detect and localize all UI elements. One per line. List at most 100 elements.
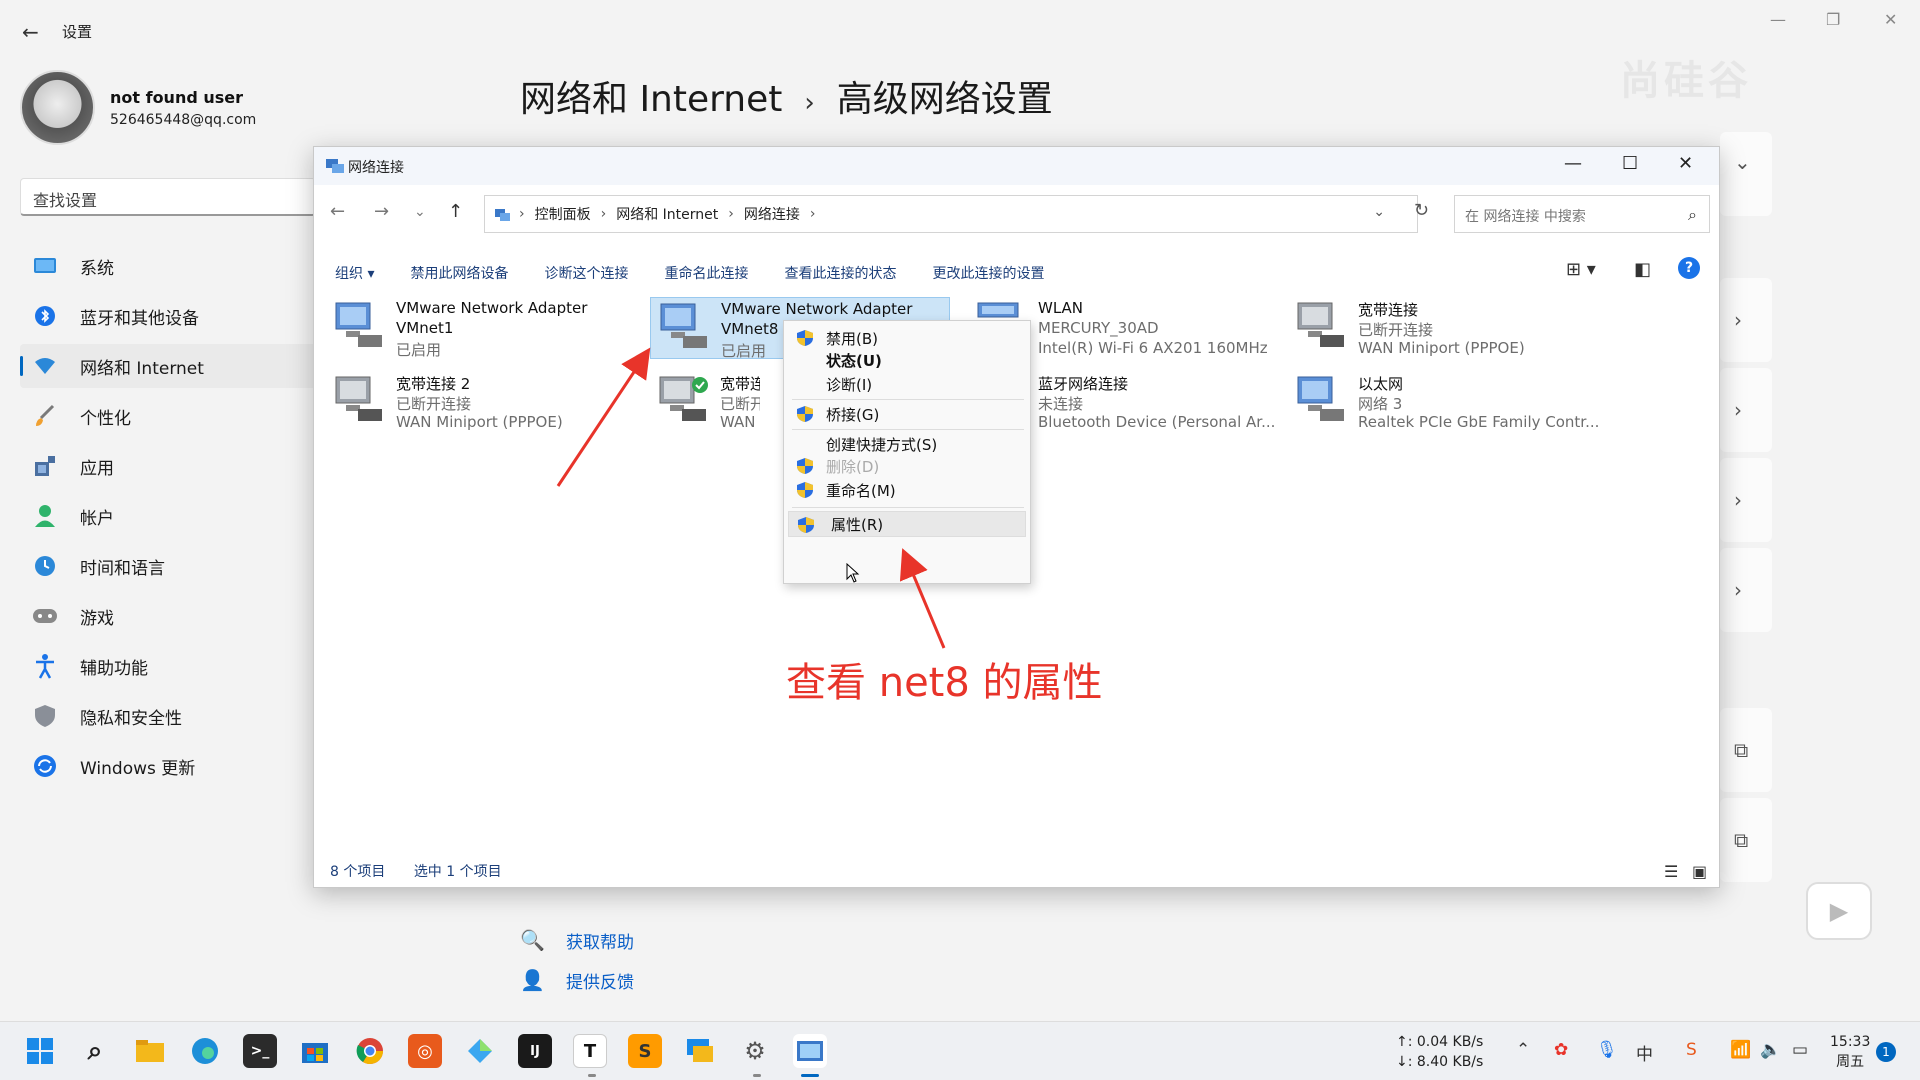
maximize-icon[interactable]: ❐	[1826, 10, 1840, 29]
notification-badge[interactable]: 1	[1876, 1042, 1896, 1062]
sidebar-item-system[interactable]: 系统	[20, 244, 320, 288]
start-button[interactable]	[23, 1034, 57, 1068]
chrome-icon[interactable]	[353, 1034, 387, 1068]
external-link-icon[interactable]: ⧉	[1734, 828, 1748, 852]
menu-item-rename[interactable]: 重命名(M)	[784, 477, 1030, 503]
settings-card[interactable]	[1720, 132, 1772, 216]
forward-arrow-icon[interactable]: →	[374, 201, 389, 222]
item-count: 8 个项目	[330, 864, 386, 880]
details-view-icon[interactable]: ☰	[1664, 862, 1678, 881]
connection-item-vmnet1[interactable]: VMware Network Adapter VMnet1 已启用	[326, 297, 626, 359]
diagnose-button[interactable]: 诊断这个连接	[544, 263, 628, 283]
address-crumb[interactable]: 控制面板	[535, 204, 591, 224]
address-bar[interactable]: › 控制面板 › 网络和 Internet › 网络连接 ›	[484, 195, 1418, 233]
back-arrow-icon[interactable]: ←	[22, 20, 39, 44]
connection-item-broadband[interactable]: 宽带连接 已断开连接 WAN Miniport (PPPOE)	[1288, 297, 1588, 359]
settings-nav: 系统 蓝牙和其他设备 网络和 Internet 个性化 应用 帐户 时间和语言	[20, 244, 320, 794]
connection-name: VMware Network Adapter	[396, 299, 588, 317]
sidebar-item-apps[interactable]: 应用	[20, 444, 320, 488]
intellij-icon[interactable]: IJ	[518, 1034, 552, 1068]
sogou-icon[interactable]: S	[1686, 1040, 1697, 1060]
sidebar-item-windows-update[interactable]: Windows 更新	[20, 744, 320, 788]
close-icon[interactable]: ✕	[1884, 10, 1897, 29]
large-icons-view-icon[interactable]: ▣	[1692, 862, 1707, 881]
back-arrow-icon[interactable]: ←	[330, 201, 345, 222]
maximize-icon[interactable]: ☐	[1622, 153, 1638, 174]
typora-icon[interactable]: T	[573, 1034, 607, 1068]
settings-gear-icon[interactable]: ⚙	[738, 1034, 772, 1068]
menu-item-diagnose[interactable]: 诊断(I)	[784, 371, 1030, 397]
view-options-icon[interactable]: ⊞ ▾	[1566, 259, 1596, 280]
play-icon[interactable]: ▶	[1806, 882, 1872, 940]
menu-item-bridge[interactable]: 桥接(G)	[784, 401, 1030, 427]
sidebar-item-personalization[interactable]: 个性化	[20, 394, 320, 438]
chevron-up-icon[interactable]: ⌃	[1516, 1040, 1530, 1060]
external-link-icon[interactable]: ⧉	[1734, 738, 1748, 762]
nc-search-input[interactable]: 在 网络连接 中搜索 ⌕	[1454, 195, 1710, 233]
sidebar-item-accounts[interactable]: 帐户	[20, 494, 320, 538]
running-indicator	[753, 1074, 761, 1077]
chevron-right-icon[interactable]: ›	[1734, 308, 1742, 332]
address-dropdown-icon[interactable]: ⌄	[1373, 204, 1385, 220]
close-icon[interactable]: ✕	[1678, 153, 1693, 174]
photos-icon[interactable]	[463, 1034, 497, 1068]
network-icon	[326, 159, 344, 173]
microphone-icon[interactable]: 🎙	[1596, 1040, 1618, 1060]
app-tray-icon[interactable]: ✿	[1554, 1040, 1568, 1060]
upload-speed: ↑: 0.04 KB/s	[1396, 1034, 1484, 1050]
breadcrumb-parent[interactable]: 网络和 Internet	[520, 79, 782, 120]
refresh-icon[interactable]: ↻	[1414, 200, 1429, 221]
remote-desktop-icon[interactable]	[683, 1034, 717, 1068]
address-crumb[interactable]: 网络连接	[744, 204, 800, 224]
clock[interactable]: 15:33 周五	[1830, 1032, 1870, 1072]
control-panel-icon[interactable]	[793, 1034, 827, 1068]
sidebar-item-network[interactable]: 网络和 Internet	[20, 344, 320, 388]
file-explorer-icon[interactable]	[133, 1034, 167, 1068]
feedback-link[interactable]: 👤 提供反馈	[520, 960, 634, 1000]
sidebar-item-privacy[interactable]: 隐私和安全性	[20, 694, 320, 738]
settings-card[interactable]	[1720, 458, 1772, 542]
change-settings-button[interactable]: 更改此连接的设置	[932, 263, 1044, 283]
settings-search-input[interactable]: 查找设置	[20, 178, 316, 216]
organize-button[interactable]: 组织 ▾	[335, 263, 374, 283]
address-crumb[interactable]: 网络和 Internet	[616, 204, 718, 224]
chevron-down-icon[interactable]: ⌄	[1734, 150, 1751, 174]
search-icon[interactable]: ⌕	[78, 1034, 112, 1068]
chevron-right-icon[interactable]: ›	[1734, 488, 1742, 512]
sidebar-item-gaming[interactable]: 游戏	[20, 594, 320, 638]
rename-button[interactable]: 重命名此连接	[664, 263, 748, 283]
connection-item-broadband-2[interactable]: 宽带连接 2 已断开连接 WAN Miniport (PPPOE)	[326, 371, 626, 433]
settings-card[interactable]	[1720, 278, 1772, 362]
store-icon[interactable]	[298, 1034, 332, 1068]
wifi-icon[interactable]: 📶	[1730, 1040, 1751, 1060]
chevron-right-icon[interactable]: ›	[1734, 398, 1742, 422]
connection-status: Realtek PCIe GbE Family Contr...	[1358, 413, 1600, 431]
disable-device-button[interactable]: 禁用此网络设备	[410, 263, 508, 283]
sidebar-item-bluetooth[interactable]: 蓝牙和其他设备	[20, 294, 320, 338]
up-arrow-icon[interactable]: ↑	[448, 201, 463, 222]
connection-item-ethernet[interactable]: 以太网 网络 3 Realtek PCIe GbE Family Contr..…	[1288, 371, 1599, 433]
connection-item-broadband-3[interactable]: 宽带连接 已断开连 WAN Mi	[650, 371, 760, 433]
settings-card[interactable]	[1720, 368, 1772, 452]
settings-card[interactable]	[1720, 548, 1772, 632]
minimize-icon[interactable]: —	[1770, 10, 1786, 29]
edge-browser-icon[interactable]	[188, 1034, 222, 1068]
ubuntu-icon[interactable]: ◎	[408, 1034, 442, 1068]
menu-item-properties[interactable]: 属性(R)	[788, 511, 1026, 537]
sublime-icon[interactable]: S	[628, 1034, 662, 1068]
chevron-right-icon[interactable]: ›	[1734, 578, 1742, 602]
menu-item-status[interactable]: 状态(U)	[784, 347, 1030, 373]
volume-icon[interactable]: 🔈	[1760, 1040, 1781, 1060]
user-profile[interactable]: not found user 526465448@qq.com	[20, 70, 320, 150]
minimize-icon[interactable]: —	[1564, 153, 1582, 174]
terminal-icon[interactable]: >_	[243, 1034, 277, 1068]
sidebar-item-time-language[interactable]: 时间和语言	[20, 544, 320, 588]
preview-pane-icon[interactable]: ◧	[1634, 259, 1651, 280]
recent-dropdown-icon[interactable]: ⌄	[414, 204, 426, 220]
sidebar-item-accessibility[interactable]: 辅助功能	[20, 644, 320, 688]
get-help-link[interactable]: 🔍 获取帮助	[520, 920, 634, 960]
view-status-button[interactable]: 查看此连接的状态	[784, 263, 896, 283]
input-method-icon[interactable]: 中	[1636, 1040, 1653, 1065]
help-icon[interactable]: ?	[1678, 257, 1700, 279]
battery-icon[interactable]: ▭	[1792, 1040, 1808, 1060]
